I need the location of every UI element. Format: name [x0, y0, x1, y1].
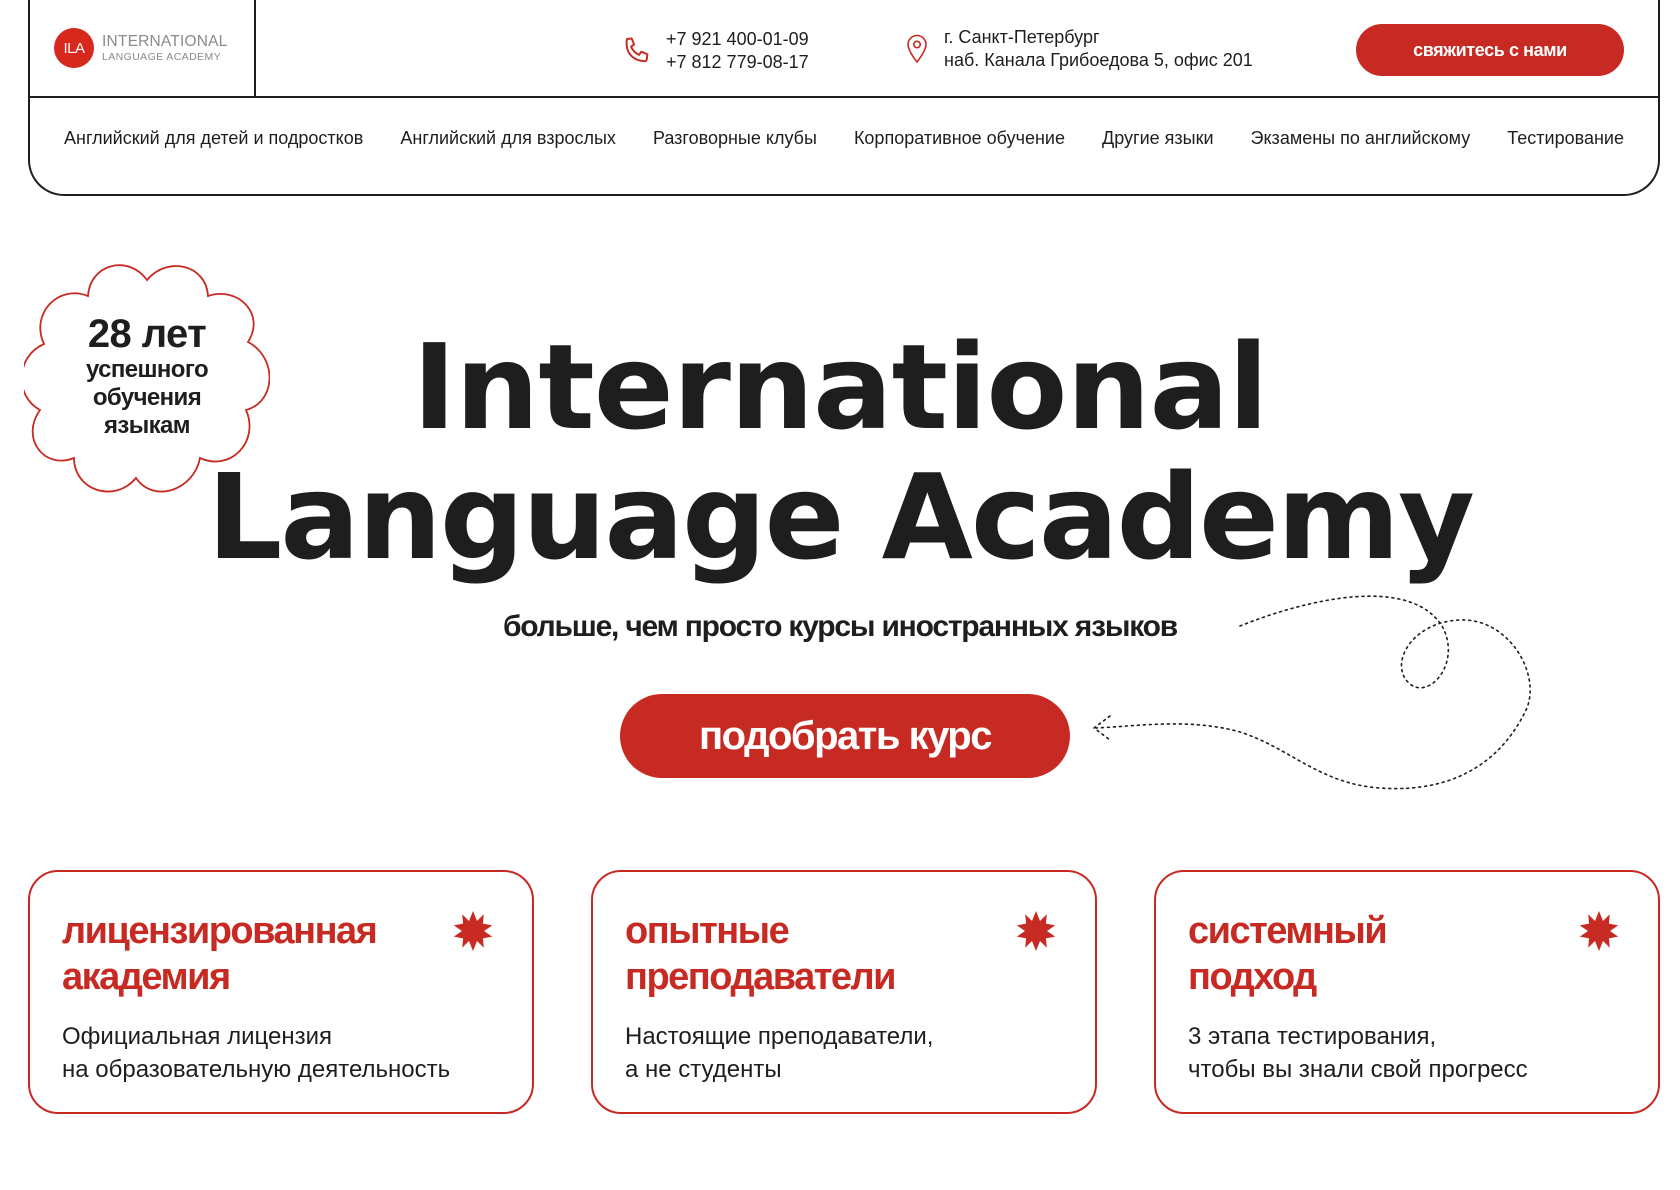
feature-title: опытные преподаватели	[625, 908, 1005, 1000]
hero-title-line-2: Language Academy	[207, 448, 1475, 586]
feature-description: Настоящие преподаватели, а не студенты	[625, 1020, 1085, 1086]
feature-desc-line-2: чтобы вы знали свой прогресс	[1188, 1056, 1528, 1083]
feature-description: Официальная лицензия на образовательную …	[62, 1020, 522, 1086]
address-text: г. Санкт-Петербург наб. Канала Грибоедов…	[944, 26, 1253, 72]
page: ILA INTERNATIONAL LANGUAGE ACADEMY +7 92…	[0, 0, 1680, 1190]
nav-item-testing[interactable]: Тестирование	[1507, 128, 1624, 149]
nav-item-other-languages[interactable]: Другие языки	[1102, 128, 1214, 149]
logo-mark-icon: ILA	[54, 28, 94, 68]
phone-icon	[620, 34, 654, 68]
nav-item-kids-english[interactable]: Английский для детей и подростков	[64, 128, 363, 149]
asterisk-star-icon	[453, 911, 493, 951]
main-nav: Английский для детей и подростков Англий…	[64, 128, 1624, 149]
phone-number-1[interactable]: +7 921 400-01-09	[666, 28, 809, 51]
feature-desc-line-2: на образовательную деятельность	[62, 1056, 451, 1083]
address-street: наб. Канала Грибоедова 5, офис 201	[944, 50, 1253, 70]
feature-card-teachers: опытные преподаватели Настоящие преподав…	[591, 870, 1097, 1114]
feature-card-licensed: лицензированная академия Официальная лиц…	[28, 870, 534, 1114]
feature-card-system: системный подход 3 этапа тестирования, ч…	[1154, 870, 1660, 1114]
logo-name-line2: LANGUAGE ACADEMY	[102, 50, 222, 63]
feature-description: 3 этапа тестирования, чтобы вы знали сво…	[1188, 1020, 1648, 1086]
feature-title-line-1: лицензированная	[62, 910, 378, 952]
nav-item-corporate[interactable]: Корпоративное обучение	[854, 128, 1065, 149]
contact-us-button[interactable]: свяжитесь с нами	[1356, 24, 1624, 76]
hero-title-line-1: International	[412, 318, 1268, 456]
hero-title: International Language Academy	[0, 322, 1680, 582]
address-city: г. Санкт-Петербург	[944, 27, 1100, 47]
feature-desc-line-1: Настоящие преподаватели,	[625, 1023, 934, 1050]
nav-item-exams[interactable]: Экзамены по английскому	[1251, 128, 1471, 149]
feature-desc-line-2: а не студенты	[625, 1056, 782, 1083]
phone-contacts: +7 921 400-01-09 +7 812 779-08-17	[620, 28, 809, 74]
choose-course-button[interactable]: подобрать курс	[620, 694, 1070, 778]
feature-desc-line-1: Официальная лицензия	[62, 1023, 332, 1050]
feature-title-line-1: системный	[1188, 910, 1388, 952]
asterisk-star-icon	[1016, 911, 1056, 951]
logo-wordmark: INTERNATIONAL LANGUAGE ACADEMY	[102, 34, 227, 62]
location-pin-icon	[906, 34, 928, 64]
phone-numbers: +7 921 400-01-09 +7 812 779-08-17	[666, 28, 809, 74]
feature-title: лицензированная академия	[62, 908, 442, 1000]
asterisk-star-icon	[1579, 911, 1619, 951]
site-header: ILA INTERNATIONAL LANGUAGE ACADEMY +7 92…	[28, 0, 1660, 196]
feature-title-line-2: академия	[62, 956, 231, 998]
feature-title: системный подход	[1188, 908, 1568, 1000]
dotted-squiggle-arrow	[1092, 595, 1531, 790]
phone-number-2[interactable]: +7 812 779-08-17	[666, 51, 809, 74]
header-top-bar: ILA INTERNATIONAL LANGUAGE ACADEMY +7 92…	[30, 0, 1658, 98]
logo[interactable]: ILA INTERNATIONAL LANGUAGE ACADEMY	[30, 0, 256, 96]
nav-item-adult-english[interactable]: Английский для взрослых	[400, 128, 616, 149]
feature-title-line-2: подход	[1188, 956, 1317, 998]
logo-name-line1: INTERNATIONAL	[102, 33, 228, 50]
address-contact: г. Санкт-Петербург наб. Канала Грибоедов…	[906, 26, 1253, 72]
feature-desc-line-1: 3 этапа тестирования,	[1188, 1023, 1437, 1050]
feature-title-line-1: опытные	[625, 910, 790, 952]
feature-title-line-2: преподаватели	[625, 956, 896, 998]
nav-item-speaking-clubs[interactable]: Разговорные клубы	[653, 128, 817, 149]
